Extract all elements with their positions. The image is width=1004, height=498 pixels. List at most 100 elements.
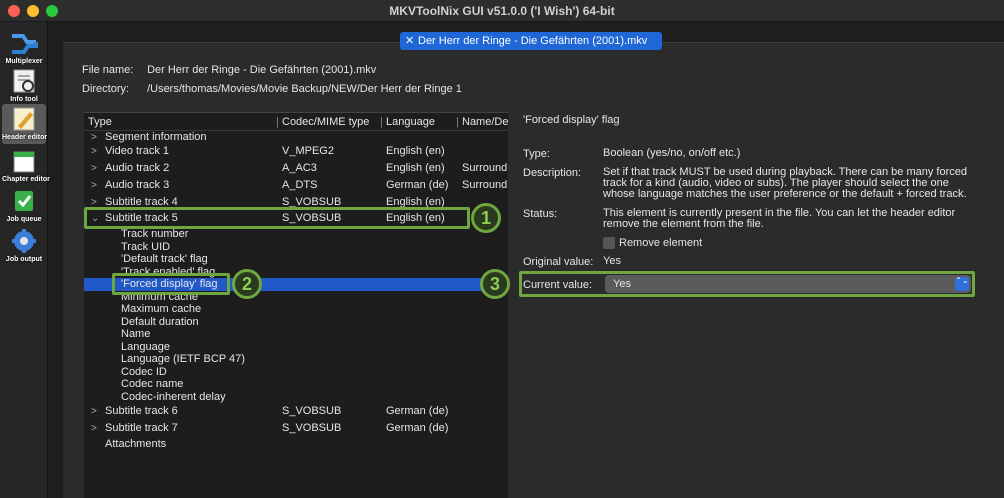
tool-job-output[interactable]: Job output (2, 226, 46, 266)
tree-row[interactable]: Maximum cache (84, 303, 508, 316)
file-name-row: File name: Der Herr der Ringe - Die Gefä… (82, 64, 376, 76)
tree-row[interactable]: > Subtitle track 6 S_VOBSUB German (de) (84, 405, 508, 418)
tree-row[interactable]: > Audio track 2 A_AC3 English (en) Surround (84, 162, 508, 175)
tool-label: Multiplexer (5, 58, 43, 65)
tool-sidebar: Multiplexer Info tool Header editor Chap… (0, 22, 50, 498)
description-value: Set if that track MUST be used during pl… (603, 166, 968, 200)
multiplexer-icon (12, 34, 38, 54)
tree-row-name: Name (121, 328, 151, 340)
window-title: MKVToolNix GUI v51.0.0 ('I Wish') 64-bit (389, 4, 615, 18)
current-value-select[interactable]: Yes ⌃⌄ (605, 275, 971, 293)
status-value: This element is currently present in the… (603, 207, 956, 230)
column-separator: | (456, 116, 459, 128)
close-tab-icon[interactable]: ✕ (405, 32, 414, 50)
tool-label: Header editor (2, 134, 48, 141)
tree-row-name: Codec-inherent delay (121, 391, 226, 403)
chapter-editor-icon (13, 151, 35, 173)
directory-value: /Users/thomas/Movies/Movie Backup/NEW/De… (147, 83, 462, 95)
tree-row-name: Audio track 2 (105, 162, 170, 174)
status-label: Status: (523, 208, 558, 220)
title-bar: MKVToolNix GUI v51.0.0 ('I Wish') 64-bit (0, 0, 1004, 22)
tree-row-name: Maximum cache (121, 303, 202, 315)
tree-row-language: English (en) (386, 145, 445, 157)
detail-panel: 'Forced display' flag Type: Boolean (yes… (517, 112, 1004, 498)
column-codec[interactable]: Codec/MIME type (282, 116, 369, 128)
tree-row-codec: A_DTS (282, 179, 318, 191)
directory-label: Directory: (82, 83, 130, 95)
tree-row-name: Video track 1 (105, 145, 170, 157)
expand-chevron-icon[interactable]: > (91, 145, 97, 158)
tree-row-name: Segment information (105, 131, 207, 143)
tree-row-name: Codec name (121, 378, 184, 390)
tree-row[interactable]: > Audio track 3 A_DTS German (de) Surround (84, 179, 508, 192)
tree-row-name: Audio track 3 (105, 179, 170, 191)
original-value-label: Original value: (523, 256, 594, 268)
tree-row-language: German (de) (386, 422, 449, 434)
job-queue-icon (15, 191, 33, 211)
annotation-badge-1: 1 (471, 203, 501, 233)
tool-multiplexer[interactable]: Multiplexer (2, 28, 46, 68)
annotation-badge-3: 3 (480, 269, 510, 299)
tree-row-name: Subtitle track 6 (105, 405, 178, 417)
expand-chevron-icon[interactable]: > (91, 162, 97, 175)
column-separator: | (380, 116, 383, 128)
tree-row-language: German (de) (386, 179, 449, 191)
tool-job-queue[interactable]: Job queue (2, 186, 46, 226)
tree-row-codec: S_VOBSUB (282, 422, 342, 434)
expand-chevron-icon[interactable]: > (91, 131, 97, 144)
tree-row-codec: S_VOBSUB (282, 405, 342, 417)
tree-row[interactable]: Language (IETF BCP 47) (84, 353, 508, 366)
tree-row[interactable]: > Segment information (84, 131, 508, 144)
tool-label: Job output (5, 256, 43, 263)
column-name[interactable]: Name/De (462, 116, 508, 128)
tool-label: Chapter editor (2, 176, 50, 183)
document-tab[interactable]: ✕ Der Herr der Ringe - Die Gefährten (20… (400, 32, 662, 50)
description-label: Description: (523, 167, 582, 179)
tree-row[interactable]: Track number (84, 228, 508, 241)
tree-row-name: Subtitle track 7 (105, 422, 178, 434)
type-value: Boolean (yes/no, on/off etc.) (603, 147, 741, 159)
tree-row-name: 'Default track' flag (121, 253, 208, 265)
tree-row[interactable]: 'Default track' flag (84, 253, 508, 266)
tree-row[interactable]: > Video track 1 V_MPEG2 English (en) (84, 145, 508, 158)
element-heading: 'Forced display' flag (523, 114, 620, 126)
document-tab-label: Der Herr der Ringe - Die Gefährten (2001… (418, 35, 648, 47)
type-label: Type: (523, 148, 550, 160)
current-value-text: Yes (613, 278, 631, 290)
tree-row[interactable]: Attachments (84, 438, 508, 451)
select-arrows-icon: ⌃⌄ (955, 277, 969, 291)
tree-row[interactable]: Name (84, 328, 508, 341)
expand-chevron-icon[interactable]: > (91, 422, 97, 435)
tree-row-track-name: Surround (462, 179, 508, 191)
job-output-icon (12, 229, 36, 253)
tree-row-name: Track number (121, 228, 189, 240)
tool-chapter-editor[interactable]: Chapter editor (2, 146, 50, 186)
column-language[interactable]: Language (386, 116, 435, 128)
tree-row-codec: A_AC3 (282, 162, 317, 174)
tree-row[interactable]: Codec name (84, 378, 508, 391)
tool-label: Job queue (6, 216, 42, 223)
tree-row-track-name: Surround (462, 162, 508, 174)
tree-row[interactable]: > Subtitle track 7 S_VOBSUB German (de) (84, 422, 508, 435)
tree-row[interactable]: Codec-inherent delay (84, 391, 508, 404)
tool-info[interactable]: Info tool (2, 66, 46, 106)
element-tree[interactable]: Type | Codec/MIME type | Language | Name… (84, 112, 508, 498)
column-type[interactable]: Type (88, 116, 112, 128)
tree-row-language: English (en) (386, 162, 445, 174)
remove-element-label[interactable]: Remove element (619, 237, 702, 249)
tool-header-editor[interactable]: Header editor (2, 104, 48, 144)
file-name-label: File name: (82, 64, 134, 76)
tree-row-codec: V_MPEG2 (282, 145, 334, 157)
header-editor-icon (13, 107, 35, 131)
original-value: Yes (603, 255, 621, 267)
expand-chevron-icon[interactable]: > (91, 179, 97, 192)
remove-element-checkbox[interactable] (603, 237, 615, 249)
expand-chevron-icon[interactable]: > (91, 405, 97, 418)
tree-row-language: German (de) (386, 405, 449, 417)
tree-row-name: Language (IETF BCP 47) (121, 353, 245, 365)
column-separator: | (276, 116, 279, 128)
highlight-forced-display-flag (112, 273, 230, 295)
tool-label: Info tool (10, 96, 38, 103)
current-value-label: Current value: (523, 279, 593, 291)
highlight-subtitle-track-5 (84, 207, 470, 229)
